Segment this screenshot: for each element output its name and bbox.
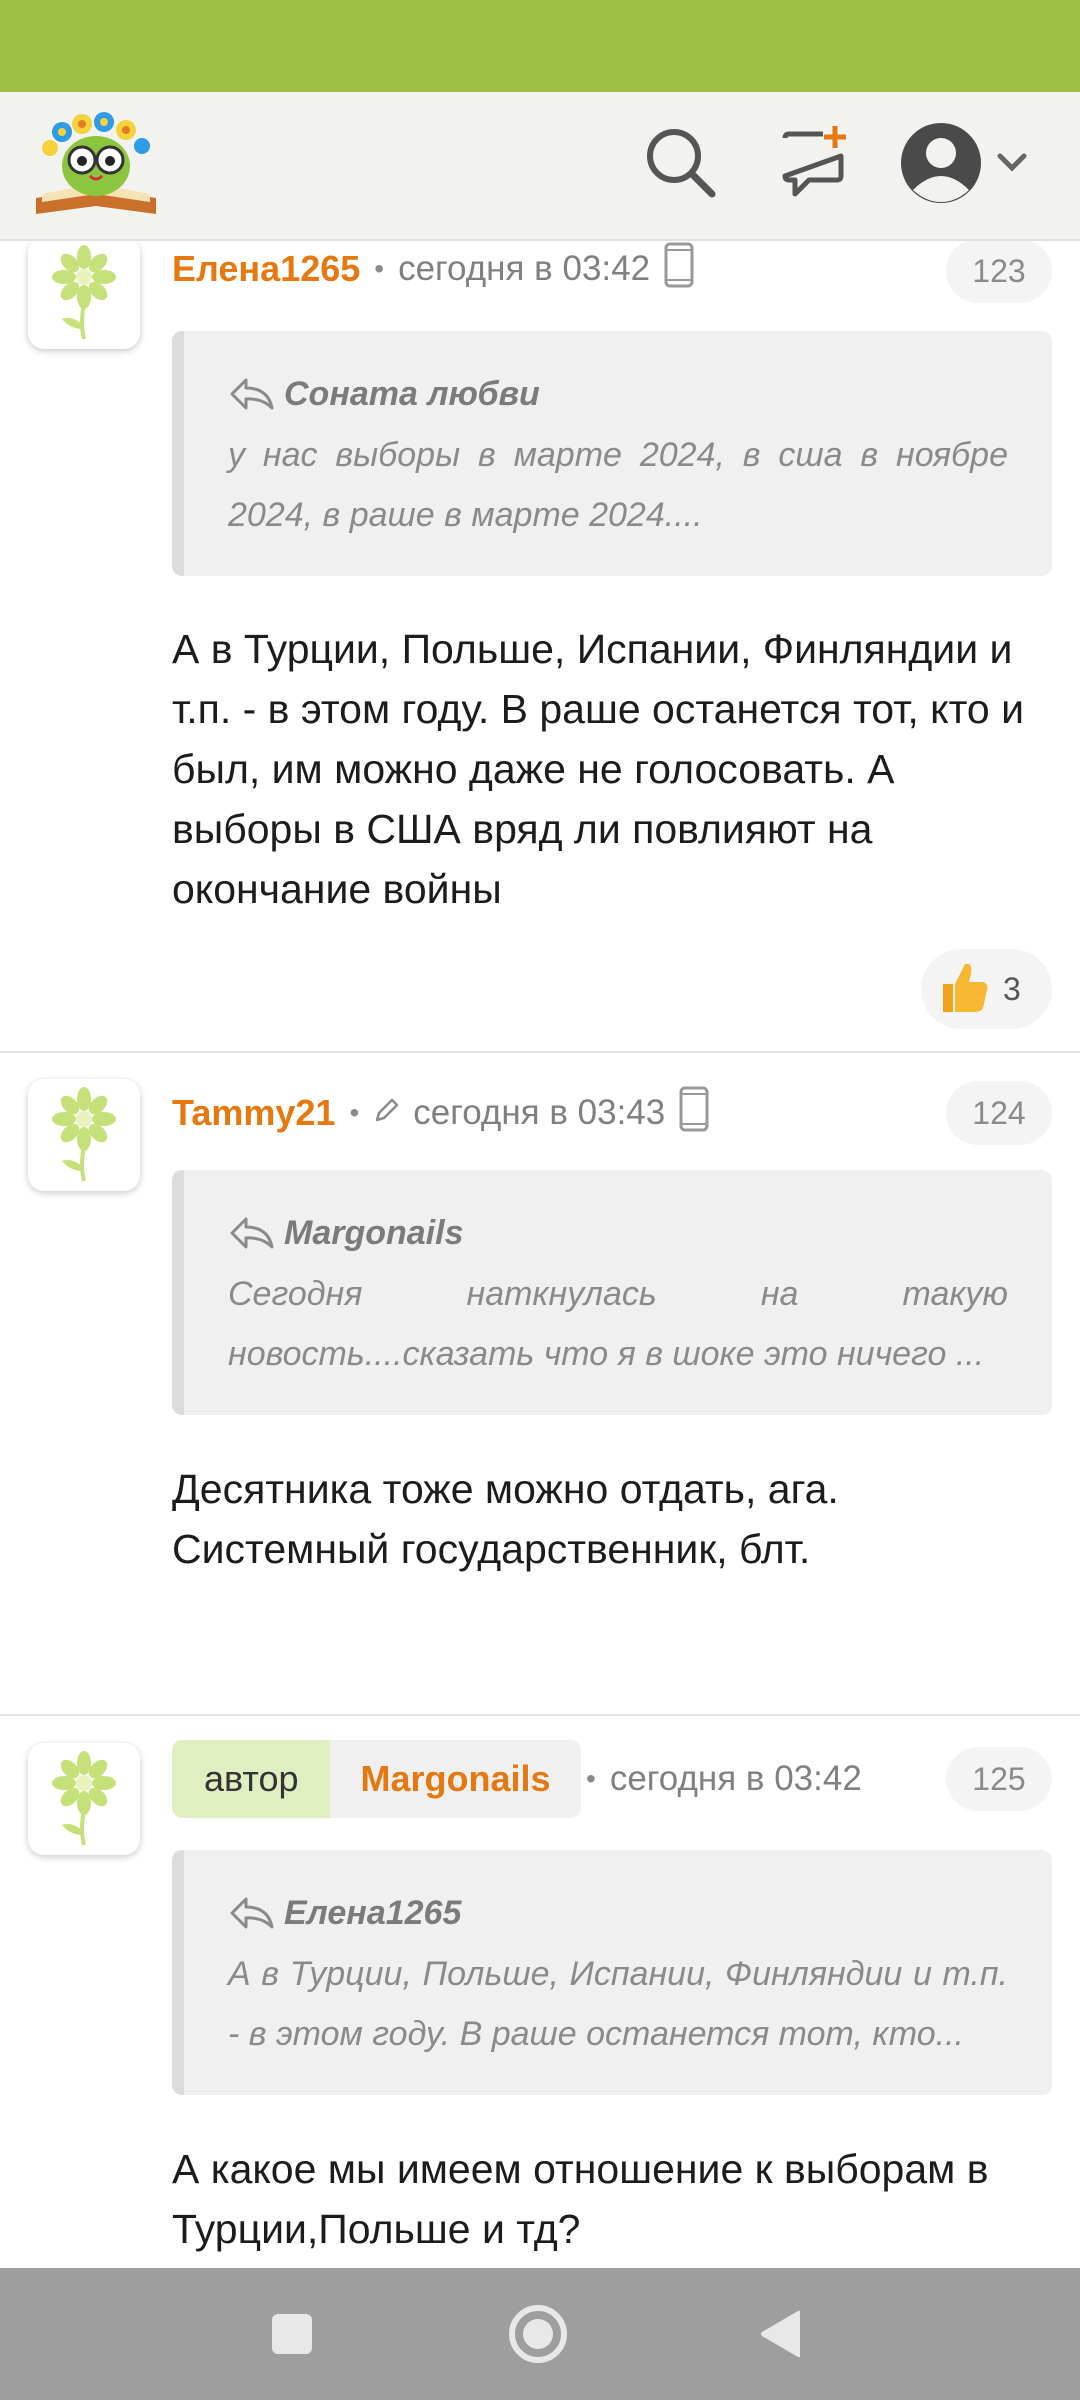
- avatar[interactable]: [28, 1743, 140, 1855]
- mobile-device-icon: [664, 242, 694, 297]
- comment-text: А какое мы имеем отношение к выборам в Т…: [172, 2146, 989, 2252]
- comment-meta: Tammy21 • сегодня в 03:43: [172, 1083, 709, 1143]
- author-name[interactable]: Елена1265: [172, 248, 360, 290]
- system-navigation-bar: [0, 2268, 1080, 2400]
- divider: [0, 1051, 1080, 1053]
- comment-text: Десятника тоже можно отдать, ага. Систем…: [172, 1466, 839, 1572]
- new-post-icon[interactable]: [775, 122, 855, 202]
- comment-meta: • сегодня в 03:42: [586, 1759, 862, 1798]
- comment-number[interactable]: 124: [946, 1081, 1052, 1145]
- author-name[interactable]: Margonails: [330, 1740, 581, 1818]
- comment-text: А в Турции, Польше, Испании, Финляндии и…: [172, 626, 1024, 912]
- home-button[interactable]: [506, 2302, 570, 2371]
- quote-author: Елена1265: [284, 1893, 462, 1932]
- recent-apps-button[interactable]: [270, 2312, 314, 2361]
- search-icon[interactable]: [640, 122, 720, 202]
- divider: [0, 1714, 1080, 1716]
- quote-author: Соната любви: [284, 374, 540, 413]
- comment-number[interactable]: 125: [946, 1747, 1052, 1811]
- avatar[interactable]: [28, 1079, 140, 1191]
- author-role: автор: [172, 1740, 331, 1818]
- comment-meta: Елена1265 • сегодня в 03:42: [172, 241, 694, 299]
- quote-text: у нас выборы в марте 2024, в сша в ноябр…: [228, 436, 1008, 534]
- quote-author: Margonails: [284, 1213, 464, 1252]
- reaction-button[interactable]: 3: [921, 949, 1052, 1029]
- avatar[interactable]: [28, 241, 140, 349]
- comment-number[interactable]: 123: [946, 241, 1052, 303]
- quote-block[interactable]: Margonails Сегодня наткнулась на такую н…: [172, 1170, 1052, 1415]
- back-button[interactable]: [758, 2308, 804, 2365]
- profile-menu[interactable]: [896, 118, 1056, 208]
- reply-icon: [230, 1217, 274, 1249]
- status-bar: [0, 0, 1080, 92]
- comment-time: сегодня в 03:42: [398, 249, 651, 288]
- quote-text: Сегодня наткнулась на такую новость....с…: [228, 1275, 1008, 1373]
- comment-time: сегодня в 03:42: [609, 1759, 862, 1798]
- reply-icon: [230, 378, 274, 410]
- app-header: [0, 92, 1080, 241]
- quote-text: А в Турции, Польше, Испании, Финляндии и…: [228, 1955, 1008, 2053]
- mobile-device-icon: [679, 1086, 709, 1141]
- author-name[interactable]: Tammy21: [172, 1092, 335, 1134]
- reaction-count: 3: [1003, 970, 1021, 1007]
- reply-icon: [230, 1897, 274, 1929]
- comment-time: сегодня в 03:43: [413, 1093, 666, 1132]
- edited-pencil-icon: [373, 1093, 401, 1133]
- quote-block[interactable]: Елена1265 А в Турции, Польше, Испании, Ф…: [172, 1850, 1052, 2095]
- book-owl-logo[interactable]: [32, 106, 160, 224]
- author-badge: автор Margonails: [172, 1740, 581, 1818]
- quote-block[interactable]: Соната любви у нас выборы в марте 2024, …: [172, 331, 1052, 576]
- thumbs-up-icon: [939, 960, 989, 1019]
- comments-list: Елена1265 • сегодня в 03:42 123 Соната л…: [0, 241, 1080, 2268]
